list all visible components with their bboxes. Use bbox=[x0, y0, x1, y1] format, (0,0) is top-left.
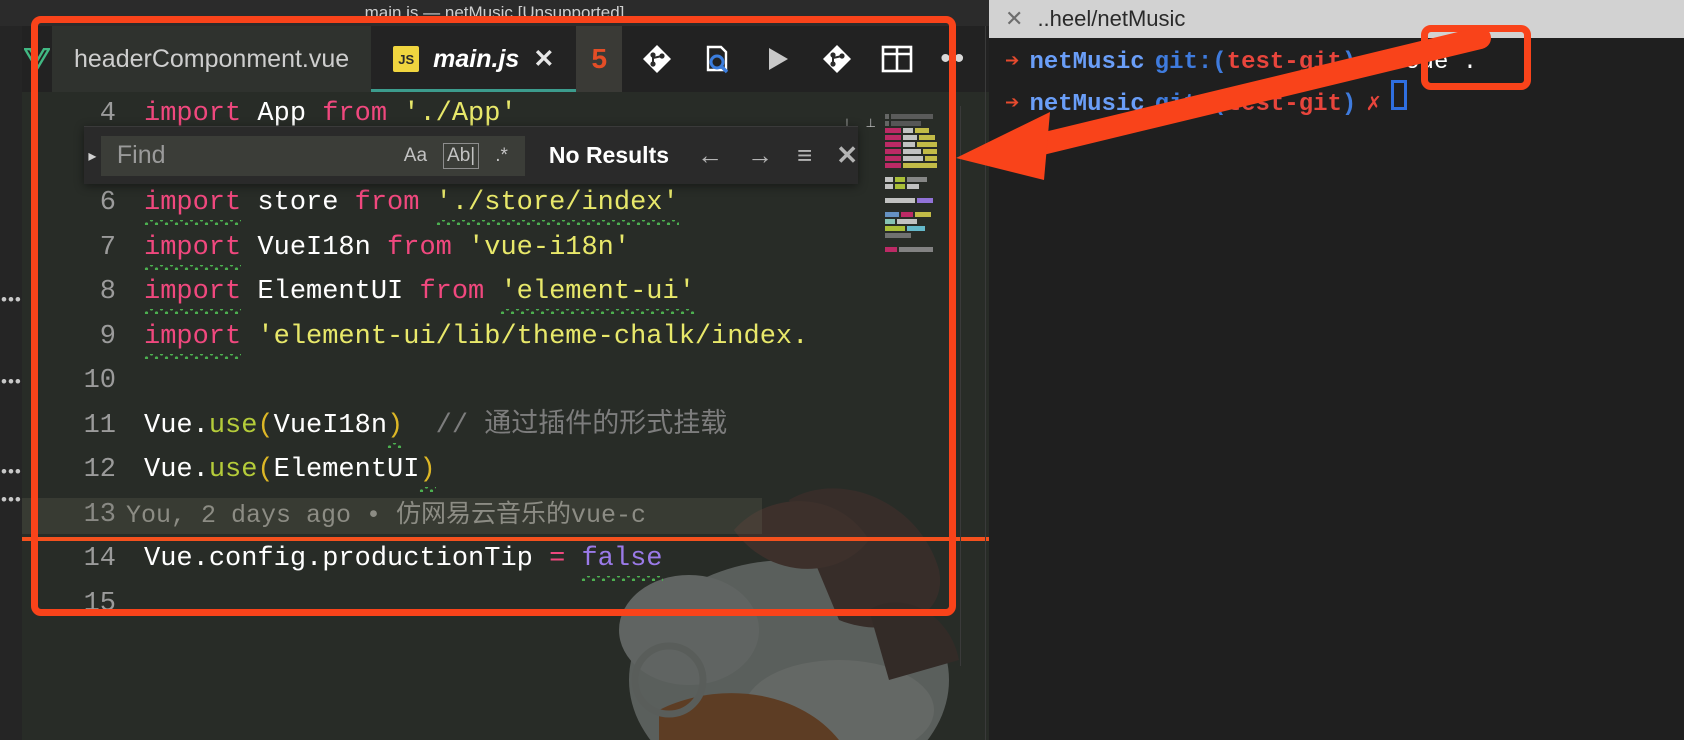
find-in-selection-icon[interactable]: ≡ bbox=[797, 140, 812, 171]
terminal-output[interactable]: ➔ netMusic git:(test-git) ✗ code . ➔ net… bbox=[989, 38, 1684, 122]
activity-strip[interactable]: ••• ••• ••• ••• bbox=[0, 26, 22, 740]
close-icon[interactable]: ✕ bbox=[836, 140, 858, 171]
prompt-arrow-icon: ➔ bbox=[1005, 49, 1020, 76]
terminal-tabbar: ✕ ..heel/netMusic bbox=[989, 0, 1684, 38]
whole-word-icon[interactable]: Ab| bbox=[443, 142, 480, 169]
prompt-git-suffix: ) bbox=[1341, 91, 1357, 118]
code-line[interactable]: 11 Vue.use(VueI18n) // 通过插件的形式挂载 bbox=[22, 404, 989, 449]
code-line[interactable]: 9 import 'element-ui/lib/theme-chalk/inde… bbox=[22, 315, 989, 360]
prompt-branch: test-git bbox=[1226, 49, 1342, 76]
find-next-icon[interactable]: → bbox=[747, 140, 773, 171]
editor-actions: •• bbox=[640, 26, 967, 92]
code-line[interactable]: 13 You, 2 days ago • 仿网易云音乐的vue-c bbox=[22, 493, 989, 538]
code-text: import VueI18n from 'vue-i18n' bbox=[144, 232, 631, 263]
editor-right-border bbox=[985, 26, 986, 740]
prompt-dirty-icon: ✗ bbox=[1366, 91, 1381, 118]
minimap[interactable] bbox=[885, 114, 959, 254]
code-line[interactable]: 7 import VueI18n from 'vue-i18n' bbox=[22, 226, 989, 271]
code-text: Vue.use(VueI18n) // 通过插件的形式挂载 bbox=[144, 410, 728, 441]
tab-label: main.js bbox=[433, 44, 520, 73]
tab-main-js[interactable]: JS main.js ✕ bbox=[371, 26, 577, 92]
line-number: 6 bbox=[99, 188, 116, 218]
more-actions-icon[interactable]: •• bbox=[940, 44, 967, 74]
terminal-cursor bbox=[1390, 80, 1407, 110]
minimap-divider bbox=[960, 106, 961, 666]
strip-dots-4: ••• bbox=[1, 490, 22, 509]
code-text: import 'element-ui/lib/theme-chalk/index… bbox=[144, 321, 809, 352]
strip-dots-1: ••• bbox=[1, 290, 22, 309]
code-text: import ElementUI from 'element-ui' bbox=[144, 277, 695, 307]
code-text: Vue.use(ElementUI) bbox=[144, 455, 436, 485]
match-case-icon[interactable]: Aa bbox=[401, 144, 430, 168]
find-previous-icon[interactable]: ← bbox=[697, 140, 723, 171]
prompt-dir: netMusic bbox=[1029, 49, 1145, 76]
js-icon: JS bbox=[393, 46, 420, 72]
terminal-command: code . bbox=[1390, 49, 1478, 76]
line-number: 11 bbox=[83, 410, 116, 441]
terminal-tab-title[interactable]: ..heel/netMusic bbox=[1037, 6, 1185, 32]
code-line[interactable]: 14 Vue.config.productionTip = false bbox=[22, 537, 989, 582]
prompt-git-suffix: ) bbox=[1341, 49, 1357, 76]
source-control-icon[interactable] bbox=[640, 42, 674, 76]
code-line[interactable]: 15 bbox=[22, 582, 989, 627]
line-number: 7 bbox=[99, 232, 116, 263]
line-number: 12 bbox=[83, 455, 116, 485]
split-editor-icon[interactable] bbox=[880, 42, 914, 76]
tab-label: headerComponment.vue bbox=[74, 44, 350, 73]
code-line[interactable]: 6 import store from './store/index' bbox=[22, 181, 989, 226]
window-title: main.js — netMusic [Unsupported] bbox=[0, 0, 989, 26]
prompt-dirty-icon: ✗ bbox=[1366, 49, 1381, 76]
close-icon[interactable]: ✕ bbox=[1005, 6, 1023, 32]
find-placeholder: Find bbox=[116, 141, 166, 169]
code-text: import store from './store/index' bbox=[144, 188, 679, 218]
run-play-icon[interactable] bbox=[760, 42, 794, 76]
find-input[interactable]: Find Aa Ab| .* bbox=[100, 135, 525, 176]
editor-tabbar: headerComponment.vue JS main.js ✕ 5 •• bbox=[22, 26, 989, 92]
code-text: Vue.config.productionTip = false bbox=[144, 544, 663, 574]
strip-dots-3: ••• bbox=[1, 462, 22, 481]
code-editor[interactable]: 4import App from './App'5import router f… bbox=[22, 92, 989, 740]
strip-dots-2: ••• bbox=[1, 372, 22, 391]
close-icon[interactable]: ✕ bbox=[533, 44, 554, 74]
prompt-arrow-icon: ➔ bbox=[1005, 91, 1020, 118]
terminal-line: ➔ netMusic git:(test-git) ✗ code . bbox=[1005, 46, 1684, 80]
modified-line-rule bbox=[22, 537, 989, 541]
terminal-pane: ✕ ..heel/netMusic ➔ netMusic git:(test-g… bbox=[989, 0, 1684, 740]
prompt-dir: netMusic bbox=[1029, 91, 1145, 118]
source-control-2-icon[interactable] bbox=[820, 42, 854, 76]
line-number: 14 bbox=[83, 544, 116, 574]
vue-icon bbox=[22, 26, 52, 92]
code-line[interactable]: 10 bbox=[22, 359, 989, 404]
code-line[interactable]: 12 Vue.use(ElementUI) bbox=[22, 448, 989, 493]
line-number: 15 bbox=[83, 588, 116, 619]
git-blame-annotation: You, 2 days ago • 仿网易云音乐的vue-c bbox=[22, 497, 762, 534]
editor-pane: ••• ••• ••• ••• headerComponment.vue JS … bbox=[0, 26, 989, 740]
tab-html-file[interactable]: 5 bbox=[576, 26, 623, 92]
line-number: 9 bbox=[99, 321, 116, 352]
regex-icon[interactable]: .* bbox=[492, 144, 511, 168]
terminal-line: ➔ netMusic git:(test-git) ✗ bbox=[1005, 80, 1684, 122]
tab-headerComponment-vue[interactable]: headerComponment.vue bbox=[52, 26, 372, 92]
search-file-icon[interactable] bbox=[700, 42, 734, 76]
html5-icon: 5 bbox=[591, 43, 608, 74]
code-line[interactable]: 8 import ElementUI from 'element-ui' bbox=[22, 270, 989, 315]
line-number: 10 bbox=[83, 366, 116, 396]
find-widget[interactable]: ▸ Find Aa Ab| .* No Results ← → ≡ ✕ bbox=[84, 126, 858, 184]
line-number: 8 bbox=[99, 277, 116, 307]
prompt-git-prefix: git:( bbox=[1154, 49, 1227, 76]
toggle-replace-icon[interactable]: ▸ bbox=[84, 146, 101, 166]
prompt-git-prefix: git:( bbox=[1154, 91, 1227, 118]
prompt-branch: test-git bbox=[1226, 91, 1342, 118]
find-status: No Results bbox=[548, 142, 670, 168]
app-root: main.js — netMusic [Unsupported] ••• •••… bbox=[0, 0, 1684, 740]
